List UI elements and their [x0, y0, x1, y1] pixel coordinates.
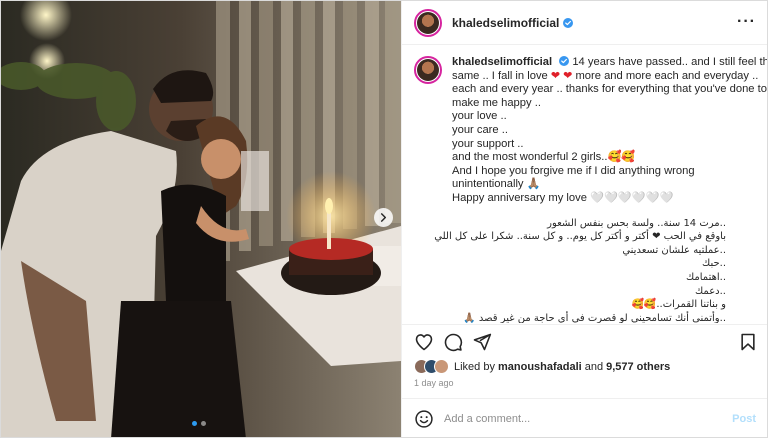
liked-by-prefix: Liked by [454, 360, 495, 373]
more-options-icon[interactable]: ··· [737, 14, 756, 30]
instagram-post-modal: khaledselimofficial ··· khaledselimoffic… [0, 0, 768, 438]
carousel-indicator [192, 421, 206, 426]
author-username[interactable]: khaledselimofficial [452, 16, 559, 30]
caption-arabic-line-8: ..وأتمنى أنك تسامحيني لو قصرت في أي حاجة… [463, 312, 726, 323]
carousel-dot-1 [192, 421, 197, 426]
add-comment-bar: Post [402, 398, 767, 437]
caption-arabic-line-3: ..عملتيه علشان تسعديني [622, 244, 726, 256]
caption-line-12: Happy anniversary my love 🤍🤍🤍🤍🤍🤍 [452, 191, 674, 204]
caption-line-6: your love .. [452, 110, 507, 123]
emoji-smiley-icon[interactable] [414, 409, 434, 429]
caption-arabic: ..مرت 14 سنة.. ولسة بحس بنفس الشعور باوق… [434, 217, 726, 323]
caption-arabic-line-1: ..مرت 14 سنة.. ولسة بحس بنفس الشعور [547, 217, 726, 229]
post-actions-bar [402, 324, 767, 358]
caption-line-2: same .. I fall in love [452, 69, 548, 82]
like-heart-icon[interactable] [414, 332, 434, 352]
share-send-icon[interactable] [472, 332, 492, 352]
caption-arabic-line-7: و بناتنا القمرات..🥰🥰 [631, 299, 726, 311]
post-header: khaledselimofficial ··· [402, 1, 767, 45]
save-bookmark-icon[interactable] [738, 332, 758, 352]
caption-line-10: And I hope you forgive me if I did anyth… [452, 164, 695, 177]
caption-arabic-line-2: باوقع في الحب ❤ أكتر و أكتر كل يوم.. و ك… [434, 231, 726, 243]
caption-line-5: make me happy .. [452, 96, 541, 109]
post-side-panel: khaledselimofficial ··· khaledselimoffic… [401, 1, 768, 437]
carousel-next-button[interactable] [374, 208, 393, 227]
caption-line-4: each and every year .. thanks for everyt… [452, 83, 767, 96]
caption-line-11: unintentionally 🙏🏽 [452, 178, 541, 191]
heart-emoji: ❤ ❤ [550, 69, 573, 82]
caption-arabic-line-6: ..دعمك [695, 285, 726, 297]
caption-line-9: and the most wonderful 2 girls..🥰🥰 [452, 151, 636, 164]
caption-username[interactable]: khaledselimofficial [452, 56, 552, 68]
verified-badge-icon [563, 17, 574, 28]
liked-by-user[interactable]: manoushafadali [498, 361, 582, 373]
caption-line-7: your care .. [452, 123, 508, 136]
post-comment-button[interactable]: Post [732, 413, 756, 425]
post-photo[interactable] [1, 1, 401, 437]
likes-summary: Liked by manoushafadali and 9,577 others [414, 359, 670, 374]
carousel-dot-2 [201, 421, 206, 426]
liked-by-conjunction: and [584, 360, 604, 373]
caption-scroll-area[interactable]: khaledselimofficial 14 years have passed… [402, 46, 768, 323]
author-avatar[interactable] [414, 8, 442, 37]
verified-badge-icon [559, 56, 570, 66]
chevron-right-icon [380, 213, 387, 222]
caption-line-8: your support .. [452, 137, 524, 150]
caption-line-3: more and more each and everyday .. [575, 69, 759, 82]
comment-icon[interactable] [443, 332, 463, 352]
comment-input[interactable] [444, 413, 714, 425]
post-timestamp[interactable]: 1 day ago [414, 378, 454, 388]
caption-arabic-line-5: ..اهتمامك [685, 271, 726, 283]
likes-count[interactable]: 9,577 others [606, 361, 670, 373]
anniversary-photo-illustration [1, 1, 401, 437]
liker-avatar [434, 359, 449, 374]
caption-author-avatar[interactable] [414, 56, 442, 84]
caption-line-1: 14 years have passed.. and I still feel … [572, 56, 768, 68]
caption-text: khaledselimofficial 14 years have passed… [434, 56, 768, 323]
caption-arabic-line-4: ..حبك [702, 258, 726, 270]
